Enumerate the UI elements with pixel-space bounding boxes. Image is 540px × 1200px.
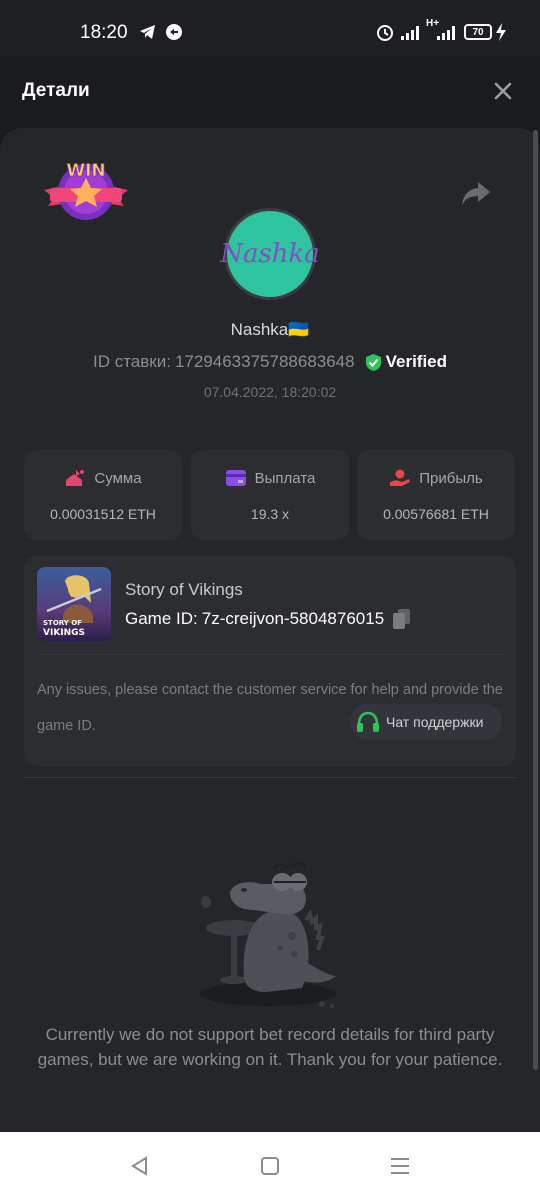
scrollbar[interactable] [533,130,538,1070]
alarm-icon [377,25,393,41]
stat-label-sum: Сумма [94,469,142,487]
third-party-notice: Currently we do not support bet record d… [37,1025,503,1069]
bet-datetime: 07.04.2022, 18:20:02 [203,384,337,400]
support-chat-label: Чат поддержки [386,714,484,730]
status-time: 18:20 [80,22,128,43]
home-icon[interactable] [258,1154,282,1178]
bet-id-label: ID ставки: [92,352,171,371]
signal-icon [437,26,455,40]
header: Детали [0,56,540,128]
battery-level: 70 [472,26,484,38]
stat-value-payout: 19.3 x [250,506,290,522]
crocodile-mascot-icon [200,862,336,1008]
game-name[interactable]: Story of Vikings [125,580,243,600]
copy-icon[interactable] [392,608,412,630]
status-bar: 18:20 H+ 70 [0,0,540,56]
thumb-title-line2: VIKINGS [43,628,85,638]
profit-icon [390,469,411,486]
stat-value-profit: 0.00576681 ETH [383,506,489,522]
system-nav-bar [0,1132,540,1200]
stat-card-sum: Сумма 0.00031512 ETH [24,450,182,540]
avatar-text: Nashka [220,239,320,269]
shield-check-icon [365,353,381,371]
username: Nashka🇺🇦 [230,320,310,339]
stat-card-profit: Прибыль 0.00576681 ETH [357,450,515,540]
divider [37,654,503,655]
telegram-icon [140,25,155,39]
game-id-value: 7z-creijvon-5804876015 [201,609,385,628]
stat-label-payout: Выплата [254,469,316,487]
verified-text: Verified [385,352,448,371]
back-icon[interactable] [128,1154,152,1178]
card-icon [225,470,246,486]
support-chat-button[interactable]: Чат поддержки [350,704,502,740]
stat-value-sum: 0.00031512 ETH [50,506,156,522]
bet-id-row: ID ставки: 1729463375788683648 Verified [0,352,540,372]
battery-icon: 70 [464,24,492,40]
stat-label-profit: Прибыль [419,469,483,487]
section-divider [24,777,516,778]
sum-icon [66,470,85,486]
close-icon[interactable] [488,76,518,106]
stat-card-payout: Выплата 19.3 x [191,450,349,540]
bet-id-value: 1729463375788683648 [174,352,355,371]
avatar: Nashka [220,208,320,300]
menu-icon[interactable] [388,1154,412,1178]
game-thumbnail[interactable]: STORY OF VIKINGS [37,567,111,641]
whatsapp-icon [166,24,182,40]
game-card: STORY OF VIKINGS Story of Vikings Game I… [24,556,516,766]
thumb-title-line1: STORY OF [43,619,82,627]
game-id-row: Game ID: 7z-creijvon-5804876015 [125,608,412,630]
headset-icon [357,711,379,732]
win-badge-icon: WIN [44,161,128,220]
game-id-label: Game ID: [125,609,198,628]
win-badge-text: WIN [66,161,105,181]
game-thumbnail-image: STORY OF VIKINGS [37,567,111,641]
page-title: Детали [22,80,90,101]
share-icon[interactable] [460,178,492,208]
verified-badge: Verified [365,352,447,372]
charging-icon [496,23,506,41]
signal-icon [401,26,419,40]
